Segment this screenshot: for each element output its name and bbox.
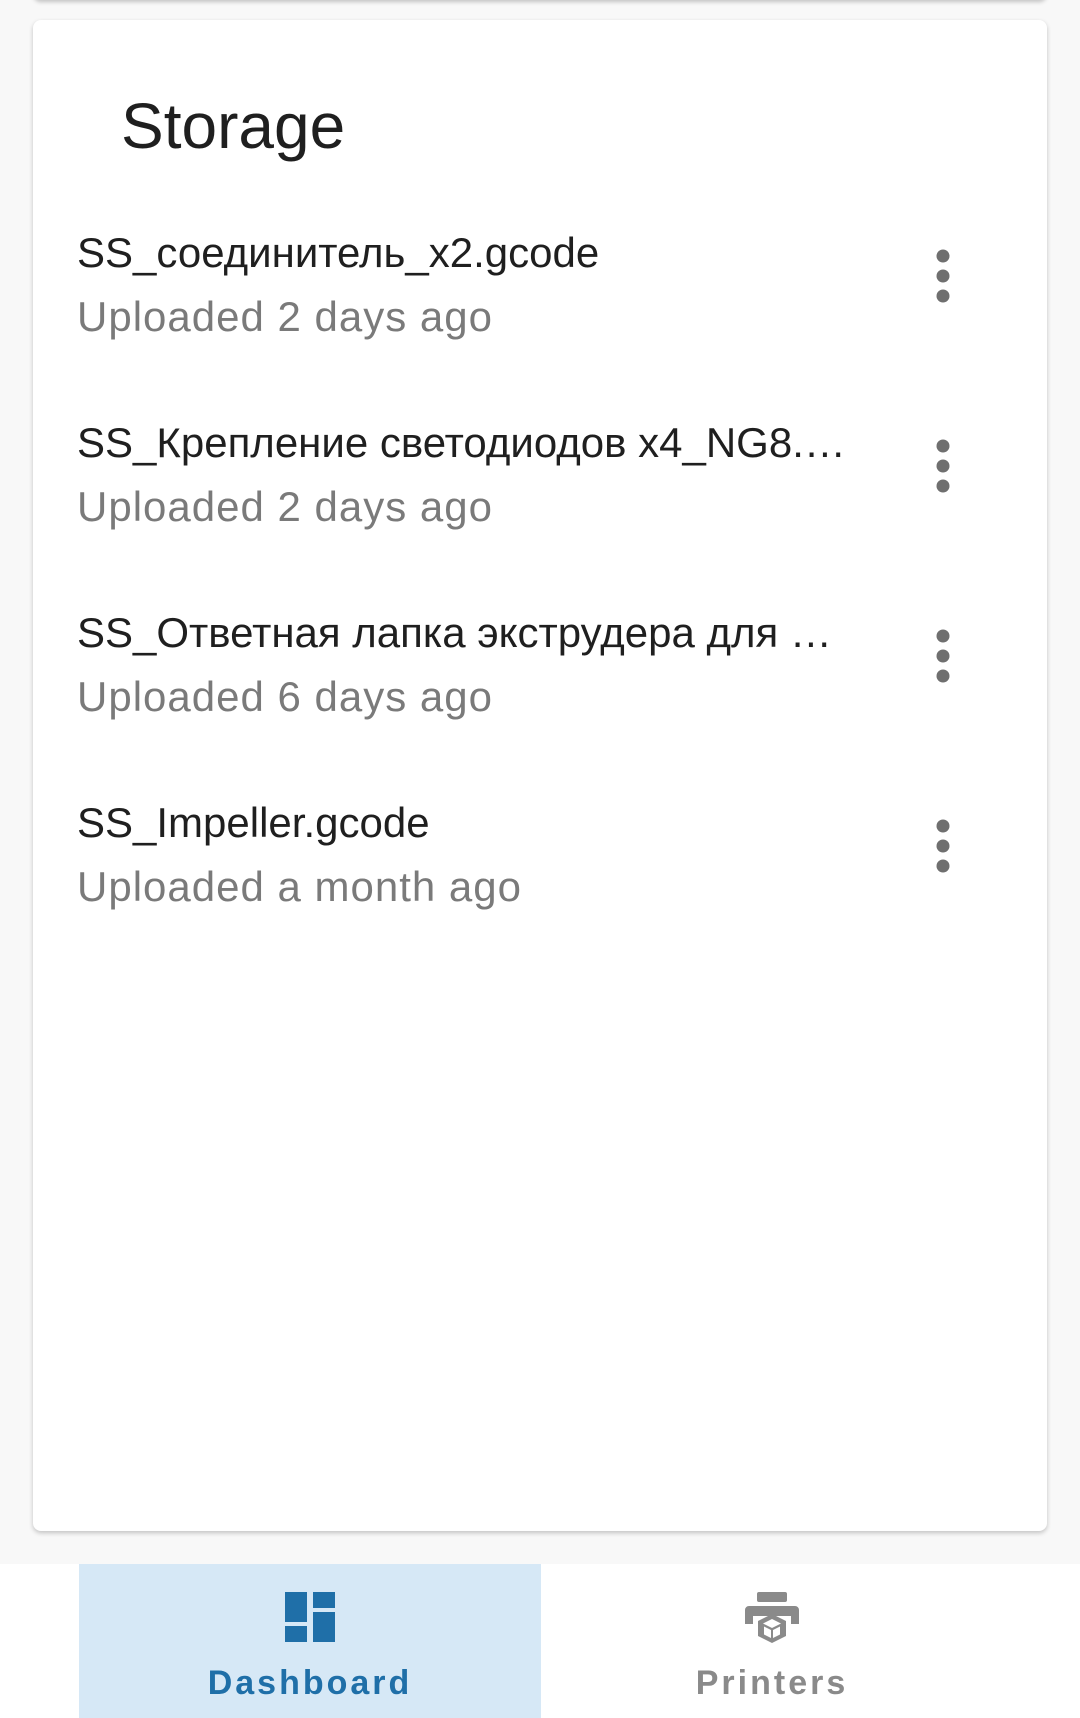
more-vert-icon xyxy=(936,819,950,873)
nav-tab-printers[interactable]: Printers xyxy=(541,1564,1003,1718)
more-options-button[interactable] xyxy=(913,239,973,313)
more-options-button[interactable] xyxy=(913,429,973,503)
nav-label-dashboard: Dashboard xyxy=(207,1664,413,1702)
more-vert-icon xyxy=(936,439,950,493)
file-name: SS_Крепление светодиодов x4_NG8.… xyxy=(77,419,846,466)
card-title: Storage xyxy=(121,90,346,162)
dashboard-icon xyxy=(285,1592,335,1642)
nav-label-printers: Printers xyxy=(695,1664,849,1702)
storage-card: Storage SS_соединитель_x2.gcode Uploaded… xyxy=(33,20,1047,1531)
file-row[interactable]: SS_Ответная лапка экструдера для … Uploa… xyxy=(33,605,1047,765)
file-row[interactable]: SS_Крепление светодиодов x4_NG8.… Upload… xyxy=(33,415,1047,575)
file-name: SS_соединитель_x2.gcode xyxy=(77,229,600,276)
file-upload-time: Uploaded 6 days ago xyxy=(77,673,493,720)
more-options-button[interactable] xyxy=(913,619,973,693)
file-upload-time: Uploaded 2 days ago xyxy=(77,483,493,530)
file-name: SS_Impeller.gcode xyxy=(77,799,430,846)
more-vert-icon xyxy=(936,249,950,303)
printer-icon xyxy=(745,1592,799,1643)
file-name: SS_Ответная лапка экструдера для … xyxy=(77,609,832,656)
file-upload-time: Uploaded 2 days ago xyxy=(77,293,493,340)
more-options-button[interactable] xyxy=(913,809,973,883)
nav-tab-dashboard[interactable]: Dashboard xyxy=(79,1564,541,1718)
bottom-navigation: Dashboard Printers xyxy=(0,1564,1080,1718)
file-row[interactable]: SS_соединитель_x2.gcode Uploaded 2 days … xyxy=(33,225,1047,385)
file-upload-time: Uploaded a month ago xyxy=(77,863,522,910)
more-vert-icon xyxy=(936,629,950,683)
file-row[interactable]: SS_Impeller.gcode Uploaded a month ago xyxy=(33,795,1047,955)
